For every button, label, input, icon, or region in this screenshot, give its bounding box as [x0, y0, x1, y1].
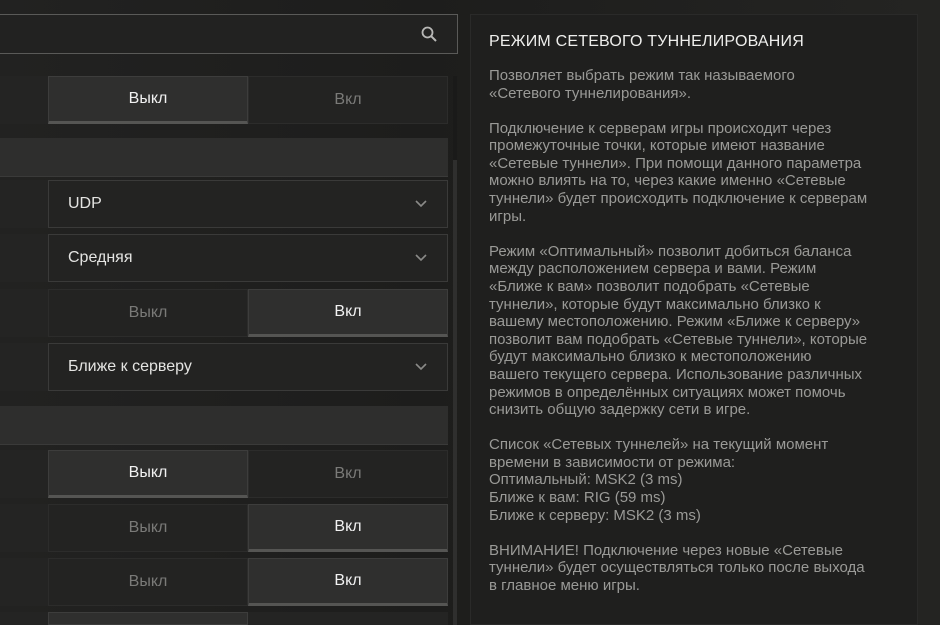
panel-title: РЕЖИМ СЕТЕВОГО ТУННЕЛИРОВАНИЯ	[489, 33, 805, 50]
search-icon[interactable]	[421, 26, 437, 42]
select-value: UDP	[68, 195, 102, 212]
toggle-switch: Выкл Вкл	[48, 76, 448, 124]
description-paragraph: ВНИМАНИЕ! Подключение через новые «Сетев…	[489, 541, 865, 594]
toggle-switch: Выкл Вкл	[48, 289, 448, 337]
toggle-off-option[interactable]: Выкл	[48, 450, 248, 498]
setting-row: Выкл Вкл	[0, 289, 448, 337]
protocol-select[interactable]: UDP	[48, 180, 448, 228]
description-paragraph: Режим «Оптимальный» позволит добиться ба…	[489, 242, 868, 419]
section-header	[0, 138, 448, 177]
setting-row-partial	[0, 612, 448, 625]
toggle-off-option[interactable]: Выкл	[48, 504, 248, 552]
description-paragraph: Позволяет выбрать режим так называемого …	[489, 67, 795, 102]
panel-description: Позволяет выбрать режим так называемого …	[489, 67, 899, 594]
toggle-on-option[interactable]: Вкл	[248, 289, 448, 337]
setting-row: UDP	[0, 180, 448, 228]
setting-row: Ближе к серверу	[0, 343, 448, 391]
toggle-on-option[interactable]: Вкл	[248, 450, 448, 498]
tunnel-mode-select[interactable]: Ближе к серверу	[48, 343, 448, 391]
settings-screen: Выкл Вкл UDP Средняя Выкл Вкл Ближе к се…	[0, 0, 940, 625]
select-value: Ближе к серверу	[68, 358, 192, 375]
toggle-off-option[interactable]	[48, 612, 248, 625]
toggle-switch: Выкл Вкл	[48, 450, 448, 498]
toggle-off-option[interactable]: Выкл	[48, 289, 248, 337]
description-panel: РЕЖИМ СЕТЕВОГО ТУННЕЛИРОВАНИЯ Позволяет …	[470, 14, 918, 625]
setting-row: Выкл Вкл	[0, 504, 448, 552]
quality-select[interactable]: Средняя	[48, 234, 448, 282]
setting-row: Выкл Вкл	[0, 450, 448, 498]
chevron-down-icon	[415, 254, 427, 262]
toggle-switch: Выкл Вкл	[48, 558, 448, 606]
description-paragraph: Подключение к серверам игры происходит ч…	[489, 119, 868, 225]
section-header	[0, 406, 448, 445]
chevron-down-icon	[415, 200, 427, 208]
setting-row: Выкл Вкл	[0, 558, 448, 606]
setting-row: Выкл Вкл	[0, 76, 448, 124]
scrollbar-thumb[interactable]	[453, 160, 457, 625]
select-value: Средняя	[68, 249, 133, 266]
toggle-switch: Выкл Вкл	[48, 504, 448, 552]
toggle-on-option[interactable]: Вкл	[248, 558, 448, 606]
chevron-down-icon	[415, 363, 427, 371]
search-input[interactable]	[0, 14, 458, 54]
toggle-off-option[interactable]: Выкл	[48, 76, 248, 124]
toggle-on-option[interactable]: Вкл	[248, 76, 448, 124]
toggle-on-option[interactable]: Вкл	[248, 504, 448, 552]
description-paragraph: Список «Сетевых туннелей» на текущий мом…	[489, 436, 829, 524]
setting-row: Средняя	[0, 234, 448, 282]
toggle-off-option[interactable]: Выкл	[48, 558, 248, 606]
